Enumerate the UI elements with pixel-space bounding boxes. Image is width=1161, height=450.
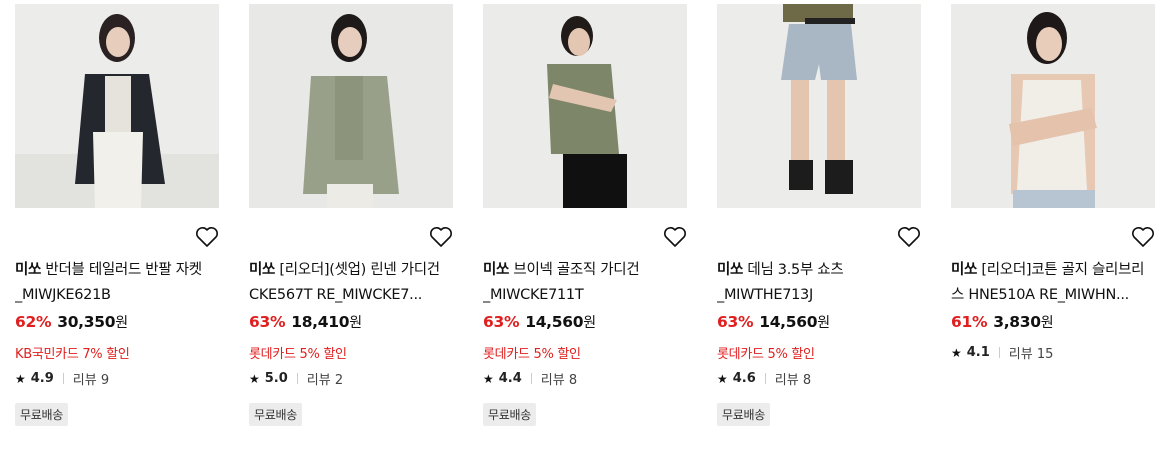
star-icon: ★: [951, 345, 962, 360]
wishlist-heart-icon[interactable]: [1131, 226, 1155, 248]
product-title[interactable]: 미쏘 브이넥 골조직 가디건_MIWCKE711T: [483, 258, 688, 308]
product-image[interactable]: [249, 4, 453, 208]
product-image[interactable]: [951, 4, 1155, 208]
product-name: [리오더](셋업) 린넨 가디건 CKE567T RE_MIWCKE7...: [249, 262, 440, 303]
rating-row: ★ 4.4 리뷰 8: [483, 369, 577, 388]
rating-score: 4.4: [498, 371, 522, 386]
currency-unit: 원: [817, 315, 830, 331]
product-brand: 미쏘: [951, 262, 978, 278]
review-count: 리뷰 15: [1008, 347, 1054, 362]
product-card[interactable]: 미쏘 [리오더]코튼 골지 슬리브리스 HNE510A RE_MIWHN... …: [951, 4, 1156, 362]
review-count: 리뷰 2: [306, 373, 344, 388]
product-grid: 미쏘 반더블 테일러드 반팔 자켓_MIWJKE621B 62% 30,350원 …: [0, 0, 1161, 450]
divider: [62, 373, 64, 384]
discount-rate: 61%: [951, 313, 988, 331]
rating-row: ★ 5.0 리뷰 2: [249, 369, 343, 388]
rating-row: ★ 4.9 리뷰 9: [15, 369, 109, 388]
product-title[interactable]: 미쏘 [리오더]코튼 골지 슬리브리스 HNE510A RE_MIWHN...: [951, 258, 1156, 308]
divider: [530, 373, 532, 384]
currency-unit: 원: [583, 315, 596, 331]
card-discount-promo: KB국민카드 7% 할인: [15, 347, 130, 362]
rating-score: 4.1: [966, 345, 990, 360]
discount-rate: 63%: [717, 313, 754, 331]
product-title[interactable]: 미쏘 데님 3.5부 쇼츠_MIWTHE713J: [717, 258, 922, 308]
discount-rate: 63%: [249, 313, 286, 331]
discount-rate: 62%: [15, 313, 52, 331]
wishlist-heart-icon[interactable]: [663, 226, 687, 248]
rating-score: 4.6: [732, 371, 756, 386]
divider: [764, 373, 766, 384]
sale-price: 14,560: [759, 313, 818, 331]
sale-price: 18,410: [291, 313, 350, 331]
card-discount-promo: 롯데카드 5% 할인: [483, 347, 581, 362]
currency-unit: 원: [1040, 315, 1054, 331]
product-image[interactable]: [483, 4, 687, 208]
divider: [296, 373, 298, 384]
product-name: [리오더]코튼 골지 슬리브리스 HNE510A RE_MIWHN...: [951, 262, 1145, 303]
product-card[interactable]: 미쏘 반더블 테일러드 반팔 자켓_MIWJKE621B 62% 30,350원 …: [15, 4, 220, 426]
product-brand: 미쏘: [483, 262, 510, 278]
price-row: 62% 30,350원: [15, 312, 128, 332]
rating-score: 4.9: [30, 371, 54, 386]
review-count: 리뷰 8: [774, 373, 812, 388]
product-image[interactable]: [15, 4, 219, 208]
rating-score: 5.0: [264, 371, 288, 386]
price-row: 63% 14,560원: [717, 312, 830, 332]
star-icon: ★: [249, 371, 260, 386]
card-discount-promo: 롯데카드 5% 할인: [249, 347, 347, 362]
product-image[interactable]: [717, 4, 921, 208]
sale-price: 3,830: [993, 313, 1041, 331]
star-icon: ★: [717, 371, 728, 386]
sale-price: 30,350: [57, 313, 116, 331]
discount-rate: 63%: [483, 313, 520, 331]
free-shipping-badge: 무료배송: [15, 403, 68, 426]
price-row: 63% 18,410원: [249, 312, 362, 332]
review-count: 리뷰 8: [540, 373, 578, 388]
rating-row: ★ 4.6 리뷰 8: [717, 369, 811, 388]
review-count: 리뷰 9: [72, 373, 110, 388]
product-card[interactable]: 미쏘 브이넥 골조직 가디건_MIWCKE711T 63% 14,560원 롯데카…: [483, 4, 688, 426]
product-card[interactable]: 미쏘 데님 3.5부 쇼츠_MIWTHE713J 63% 14,560원 롯데카드…: [717, 4, 922, 426]
product-card[interactable]: 미쏘 [리오더](셋업) 린넨 가디건 CKE567T RE_MIWCKE7..…: [249, 4, 454, 426]
wishlist-heart-icon[interactable]: [897, 226, 921, 248]
product-title[interactable]: 미쏘 [리오더](셋업) 린넨 가디건 CKE567T RE_MIWCKE7..…: [249, 258, 454, 308]
currency-unit: 원: [115, 315, 128, 331]
rating-row: ★ 4.1 리뷰 15: [951, 343, 1053, 362]
currency-unit: 원: [349, 315, 362, 331]
sale-price: 14,560: [525, 313, 584, 331]
price-row: 63% 14,560원: [483, 312, 596, 332]
free-shipping-badge: 무료배송: [483, 403, 536, 426]
price-row: 61% 3,830원: [951, 312, 1054, 332]
product-brand: 미쏘: [15, 262, 42, 278]
product-brand: 미쏘: [249, 262, 276, 278]
free-shipping-badge: 무료배송: [717, 403, 770, 426]
wishlist-heart-icon[interactable]: [195, 226, 219, 248]
divider: [998, 347, 1000, 358]
card-discount-promo: 롯데카드 5% 할인: [717, 347, 815, 362]
star-icon: ★: [15, 371, 26, 386]
wishlist-heart-icon[interactable]: [429, 226, 453, 248]
free-shipping-badge: 무료배송: [249, 403, 302, 426]
star-icon: ★: [483, 371, 494, 386]
product-brand: 미쏘: [717, 262, 744, 278]
product-name: 반더블 테일러드 반팔 자켓_MIWJKE621B: [15, 262, 202, 303]
product-title[interactable]: 미쏘 반더블 테일러드 반팔 자켓_MIWJKE621B: [15, 258, 220, 308]
